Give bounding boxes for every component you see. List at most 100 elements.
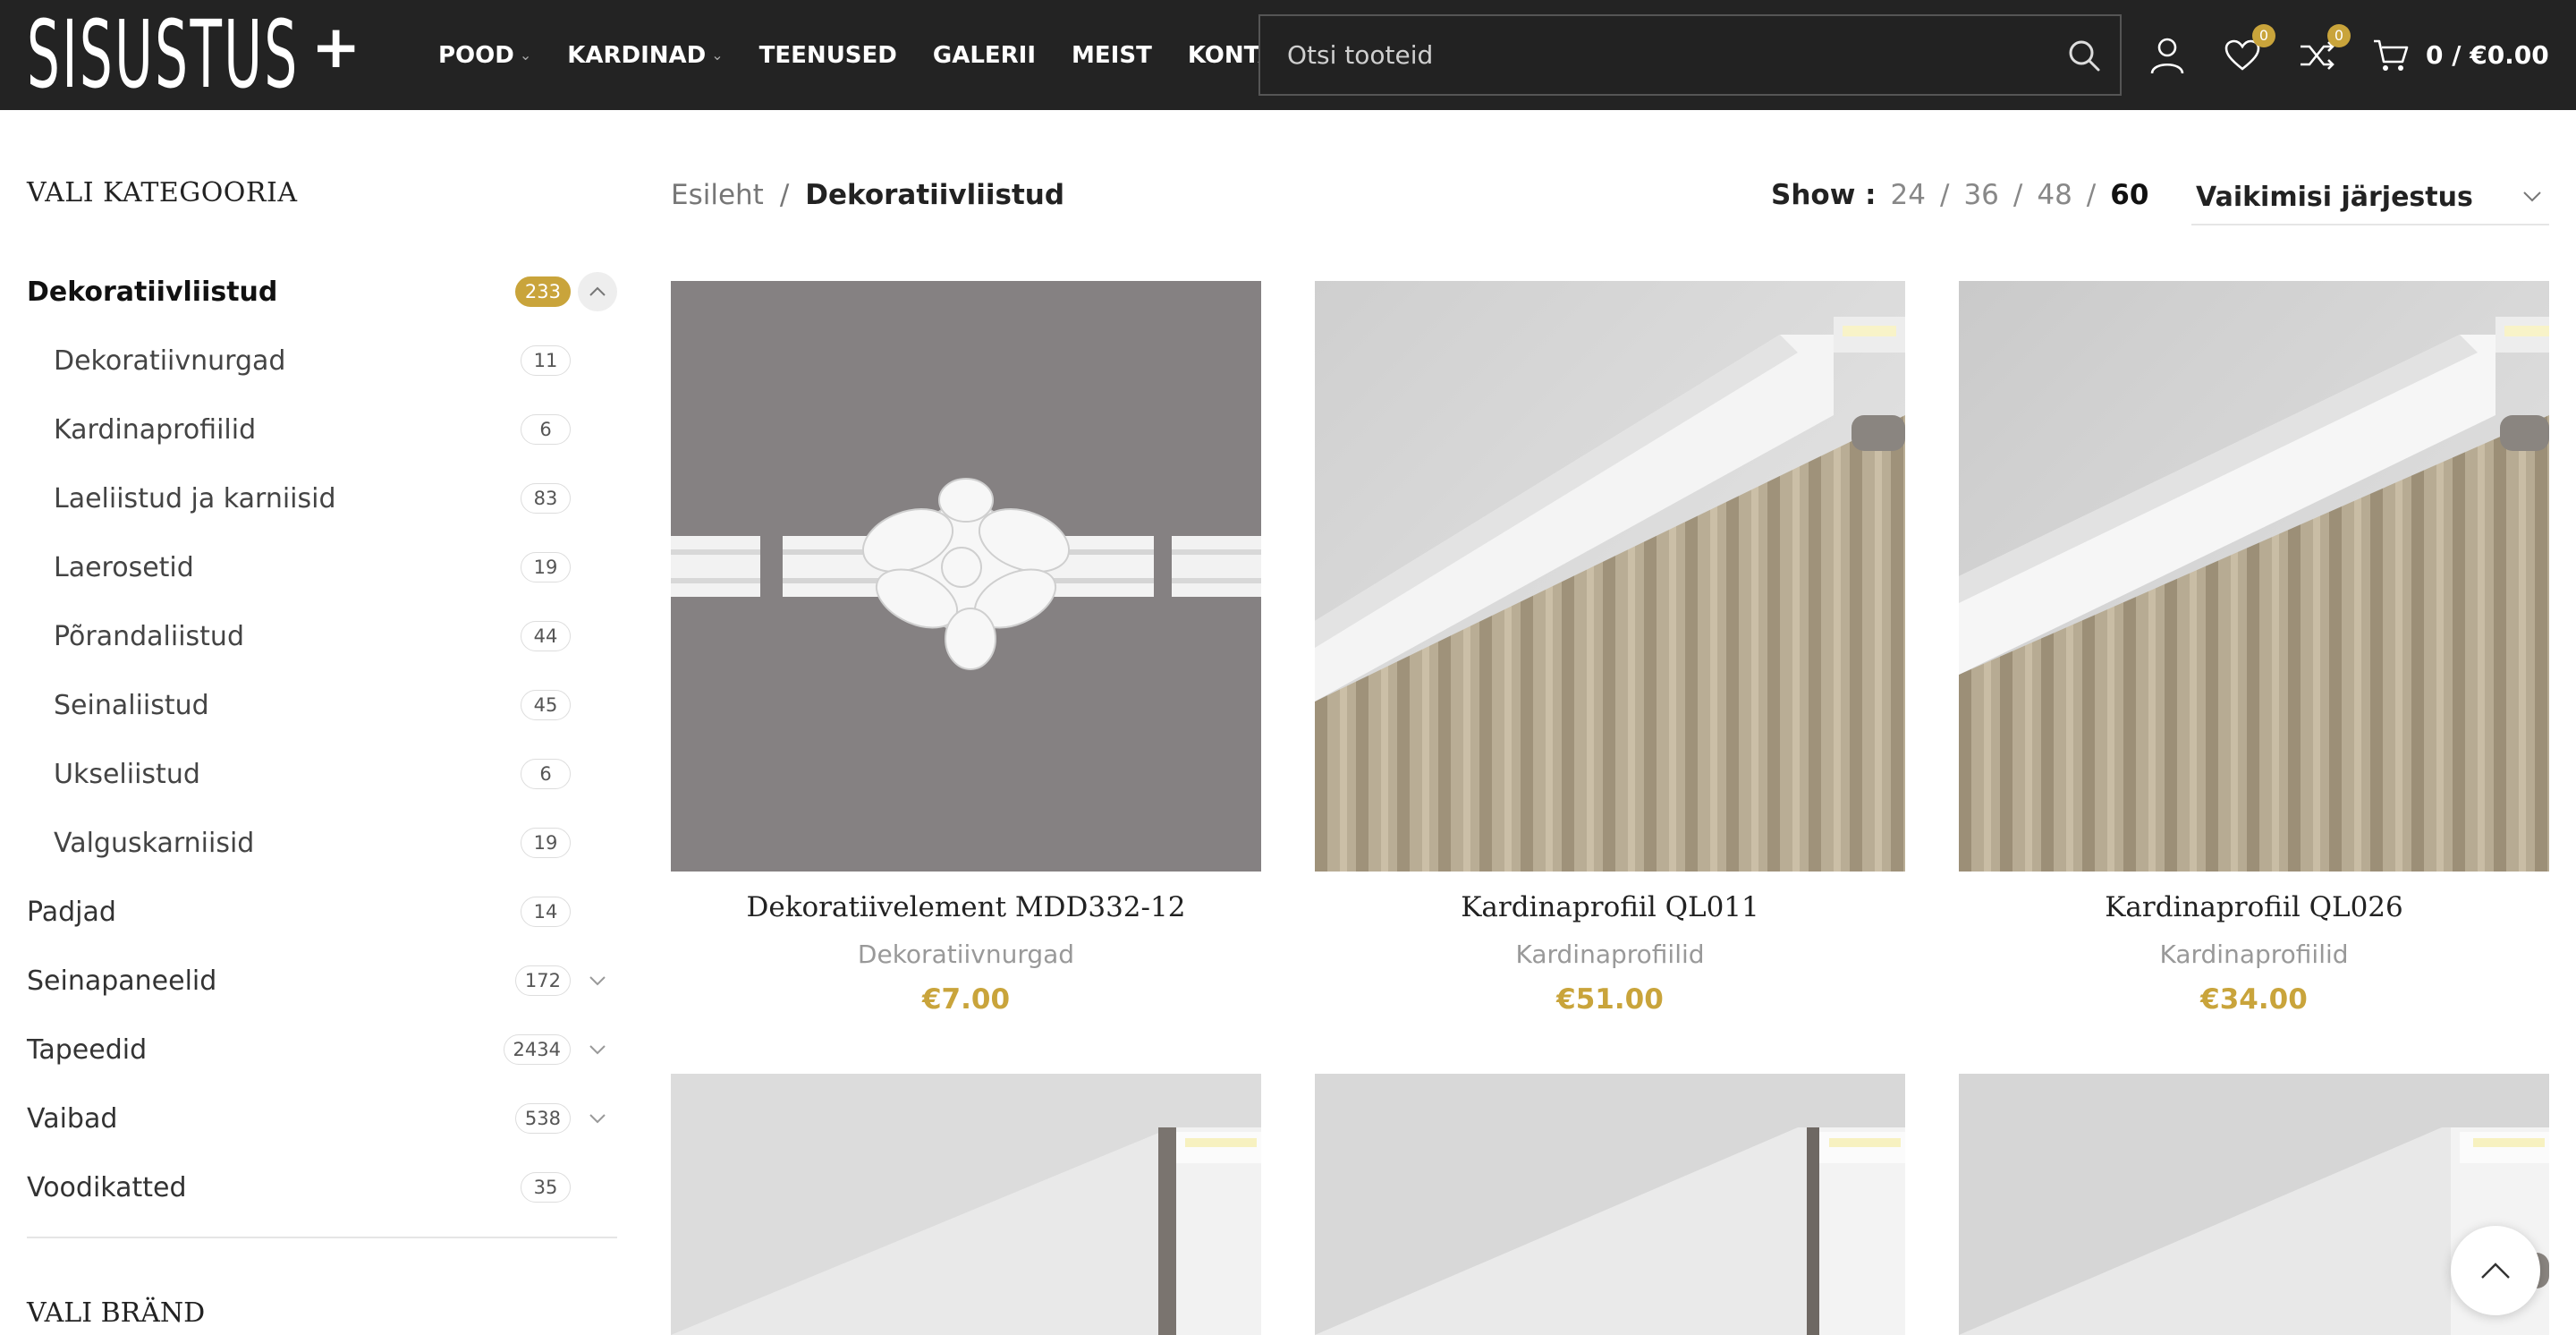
- category-count-badge: 11: [521, 345, 571, 376]
- product-title[interactable]: Kardinaprofiil QL026: [1959, 891, 2549, 923]
- category-item[interactable]: Kardinaprofiilid 6: [27, 403, 617, 456]
- compare-button[interactable]: 0: [2297, 23, 2351, 76]
- category-label: Kardinaprofiilid: [54, 413, 257, 446]
- nav-teenused-label: TEENUSED: [758, 41, 897, 69]
- show-option-60[interactable]: 60: [2110, 179, 2148, 211]
- chevron-down-icon[interactable]: [578, 1030, 617, 1069]
- cart-button[interactable]: 0 / €0.00: [2372, 38, 2549, 72]
- category-item[interactable]: Padjad 14: [27, 885, 617, 939]
- category-item[interactable]: Seinapaneelid 172: [27, 954, 617, 1008]
- category-item[interactable]: Dekoratiivnurgad 11: [27, 334, 617, 387]
- show-option-24[interactable]: 24: [1891, 179, 1926, 211]
- category-item[interactable]: Tapeedid 2434: [27, 1023, 617, 1076]
- chevron-down-icon[interactable]: [578, 1099, 617, 1138]
- sort-select[interactable]: Vaikimisi järjestus: [2191, 170, 2549, 225]
- category-count-badge: 172: [514, 965, 571, 996]
- category-label: Laeliistud ja karniisid: [54, 482, 336, 514]
- wishlist-count-badge: 0: [2252, 23, 2275, 47]
- nav-galerii[interactable]: GALERII: [933, 42, 1036, 69]
- product-price: €34.00: [2200, 983, 2308, 1016]
- product-image[interactable]: [1315, 281, 1905, 872]
- nav-galerii-label: GALERII: [932, 41, 1037, 69]
- product-card: Kardinaprofiil QL011 Kardinaprofiilid €5…: [1315, 281, 1905, 1016]
- category-count-badge: 6: [521, 414, 571, 445]
- product-image[interactable]: [1959, 281, 2549, 872]
- wishlist-button[interactable]: 0: [2222, 23, 2275, 76]
- category-item[interactable]: Laerosetid 19: [27, 540, 617, 594]
- show-option-48[interactable]: 48: [2037, 179, 2072, 211]
- category-count-badge: 44: [521, 621, 571, 651]
- site-header: SISUSTUS + POOD ⌄ KARDINAD ⌄ TEENUSED GALE…: [0, 0, 2576, 110]
- site-logo[interactable]: SISUSTUS +: [27, 0, 466, 109]
- category-count-badge: 2434: [503, 1034, 571, 1065]
- category-label: Seinapaneelid: [27, 965, 217, 997]
- product-title[interactable]: Kardinaprofiil QL011: [1315, 891, 1905, 923]
- category-item[interactable]: Ukseliistud 6: [27, 747, 617, 801]
- scroll-to-top-button[interactable]: [2451, 1226, 2540, 1315]
- show-label: Show :: [1771, 179, 1877, 211]
- category-label: Vaibad: [27, 1102, 118, 1135]
- nav-pood[interactable]: POOD ⌄: [438, 42, 531, 69]
- chevron-up-icon[interactable]: [578, 272, 617, 311]
- product-card: [671, 1074, 1261, 1335]
- breadcrumb-current: Dekoratiivliistud: [805, 179, 1065, 211]
- category-item[interactable]: Voodikatted 35: [27, 1161, 617, 1214]
- product-category[interactable]: Dekoratiivnurgad: [671, 940, 1261, 969]
- category-label: Seinaliistud: [54, 689, 209, 721]
- logo-plus: +: [311, 13, 361, 81]
- header-icons: 0 0 0 / €0.00: [2147, 0, 2549, 110]
- chevron-down-icon: ⌄: [711, 47, 724, 64]
- product-image[interactable]: [1315, 1074, 1905, 1335]
- product-price: €51.00: [1556, 983, 1664, 1016]
- sidebar-divider: [27, 1237, 617, 1238]
- product-card: [1315, 1074, 1905, 1335]
- sidebar-brand-title: VALI BRÄND: [27, 1297, 206, 1329]
- show-option-36[interactable]: 36: [1963, 179, 1998, 211]
- per-page-selector: Show : 24 / 36 / 48 / 60: [1771, 179, 2148, 211]
- category-item[interactable]: Valguskarniisid 19: [27, 816, 617, 870]
- breadcrumb: Esileht / Dekoratiivliistud: [671, 179, 1064, 211]
- search-input[interactable]: [1260, 16, 2048, 94]
- category-item[interactable]: Dekoratiivliistud 233: [27, 265, 617, 319]
- nav-kardinad[interactable]: KARDINAD ⌄: [567, 42, 723, 69]
- category-item[interactable]: Seinaliistud 45: [27, 678, 617, 732]
- sort-label: Vaikimisi järjestus: [2196, 181, 2473, 213]
- category-label: Põrandaliistud: [54, 620, 244, 652]
- user-icon[interactable]: [2147, 35, 2188, 76]
- category-label: Tapeedid: [27, 1033, 148, 1066]
- product-category[interactable]: Kardinaprofiilid: [1315, 940, 1905, 969]
- main-nav: POOD ⌄ KARDINAD ⌄ TEENUSED GALERII MEIST K…: [438, 0, 1309, 110]
- category-label: Dekoratiivnurgad: [54, 344, 286, 377]
- nav-meist-label: MEIST: [1072, 41, 1152, 69]
- nav-meist[interactable]: MEIST: [1072, 42, 1152, 69]
- category-count-badge: 6: [521, 759, 571, 789]
- category-item[interactable]: Põrandaliistud 44: [27, 609, 617, 663]
- category-count-badge: 233: [514, 276, 571, 307]
- product-card: Dekoratiivelement MDD332-12 Dekoratiivnu…: [671, 281, 1261, 1016]
- compare-count-badge: 0: [2327, 23, 2351, 47]
- product-image[interactable]: [671, 1074, 1261, 1335]
- search-box: [1258, 14, 2122, 96]
- breadcrumb-home[interactable]: Esileht: [671, 179, 764, 211]
- chevron-down-icon[interactable]: [578, 961, 617, 1000]
- chevron-up-icon: [2481, 1263, 2510, 1279]
- category-label: Ukseliistud: [54, 758, 200, 790]
- show-separator: /: [2012, 179, 2023, 211]
- product-image[interactable]: [671, 281, 1261, 872]
- search-icon[interactable]: [2048, 16, 2120, 94]
- nav-teenused[interactable]: TEENUSED: [759, 42, 897, 69]
- category-count-badge: 538: [514, 1103, 571, 1134]
- category-item[interactable]: Vaibad 538: [27, 1092, 617, 1145]
- product-title[interactable]: Dekoratiivelement MDD332-12: [671, 891, 1261, 923]
- show-separator: /: [1939, 179, 1950, 211]
- sidebar-category-title: VALI KATEGOORIA: [27, 177, 298, 208]
- product-category[interactable]: Kardinaprofiilid: [1959, 940, 2549, 969]
- chevron-down-icon: [2523, 191, 2541, 202]
- category-label: Valguskarniisid: [54, 827, 255, 859]
- category-count-badge: 45: [521, 690, 571, 720]
- category-item[interactable]: Laeliistud ja karniisid 83: [27, 472, 617, 525]
- category-count-badge: 14: [521, 897, 571, 927]
- logo-text: SISUSTUS: [27, 0, 300, 109]
- category-label: Padjad: [27, 896, 116, 928]
- category-label: Voodikatted: [27, 1171, 187, 1203]
